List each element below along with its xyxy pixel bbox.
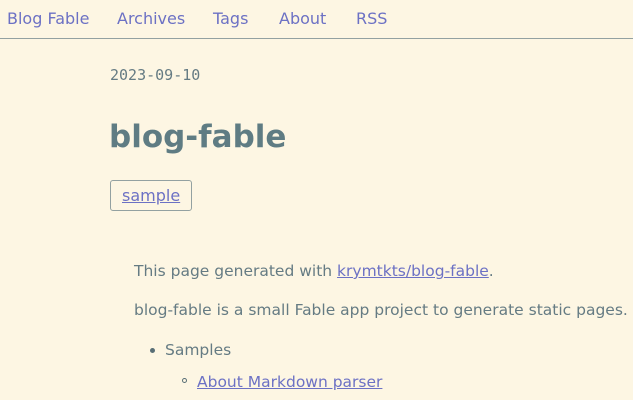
circle-bullet-icon [182,378,187,383]
post-date: 2023-09-10 [110,66,201,84]
nav-link-home[interactable]: Blog Fable [7,9,89,29]
nav-link-archives[interactable]: Archives [117,9,185,29]
list-item-samples: Samples [165,341,232,359]
intro-suffix: . [488,262,494,280]
disc-bullet-icon [150,348,155,353]
nav-link-about[interactable]: About [279,9,326,29]
top-navigation: Blog Fable Archives Tags About RSS [0,0,633,39]
nav-link-tags[interactable]: Tags [213,9,248,29]
intro-prefix: This page generated with [134,262,338,280]
intro-paragraph: This page generated with krymtkts/blog-f… [134,261,494,281]
link-about-markdown-parser[interactable]: About Markdown parser [197,372,382,392]
post-title: blog-fable [109,119,287,155]
repo-link[interactable]: krymtkts/blog-fable [337,262,489,280]
nav-link-rss[interactable]: RSS [356,9,387,29]
description-paragraph: blog-fable is a small Fable app project … [134,301,628,319]
tag-chip-sample[interactable]: sample [110,180,193,211]
